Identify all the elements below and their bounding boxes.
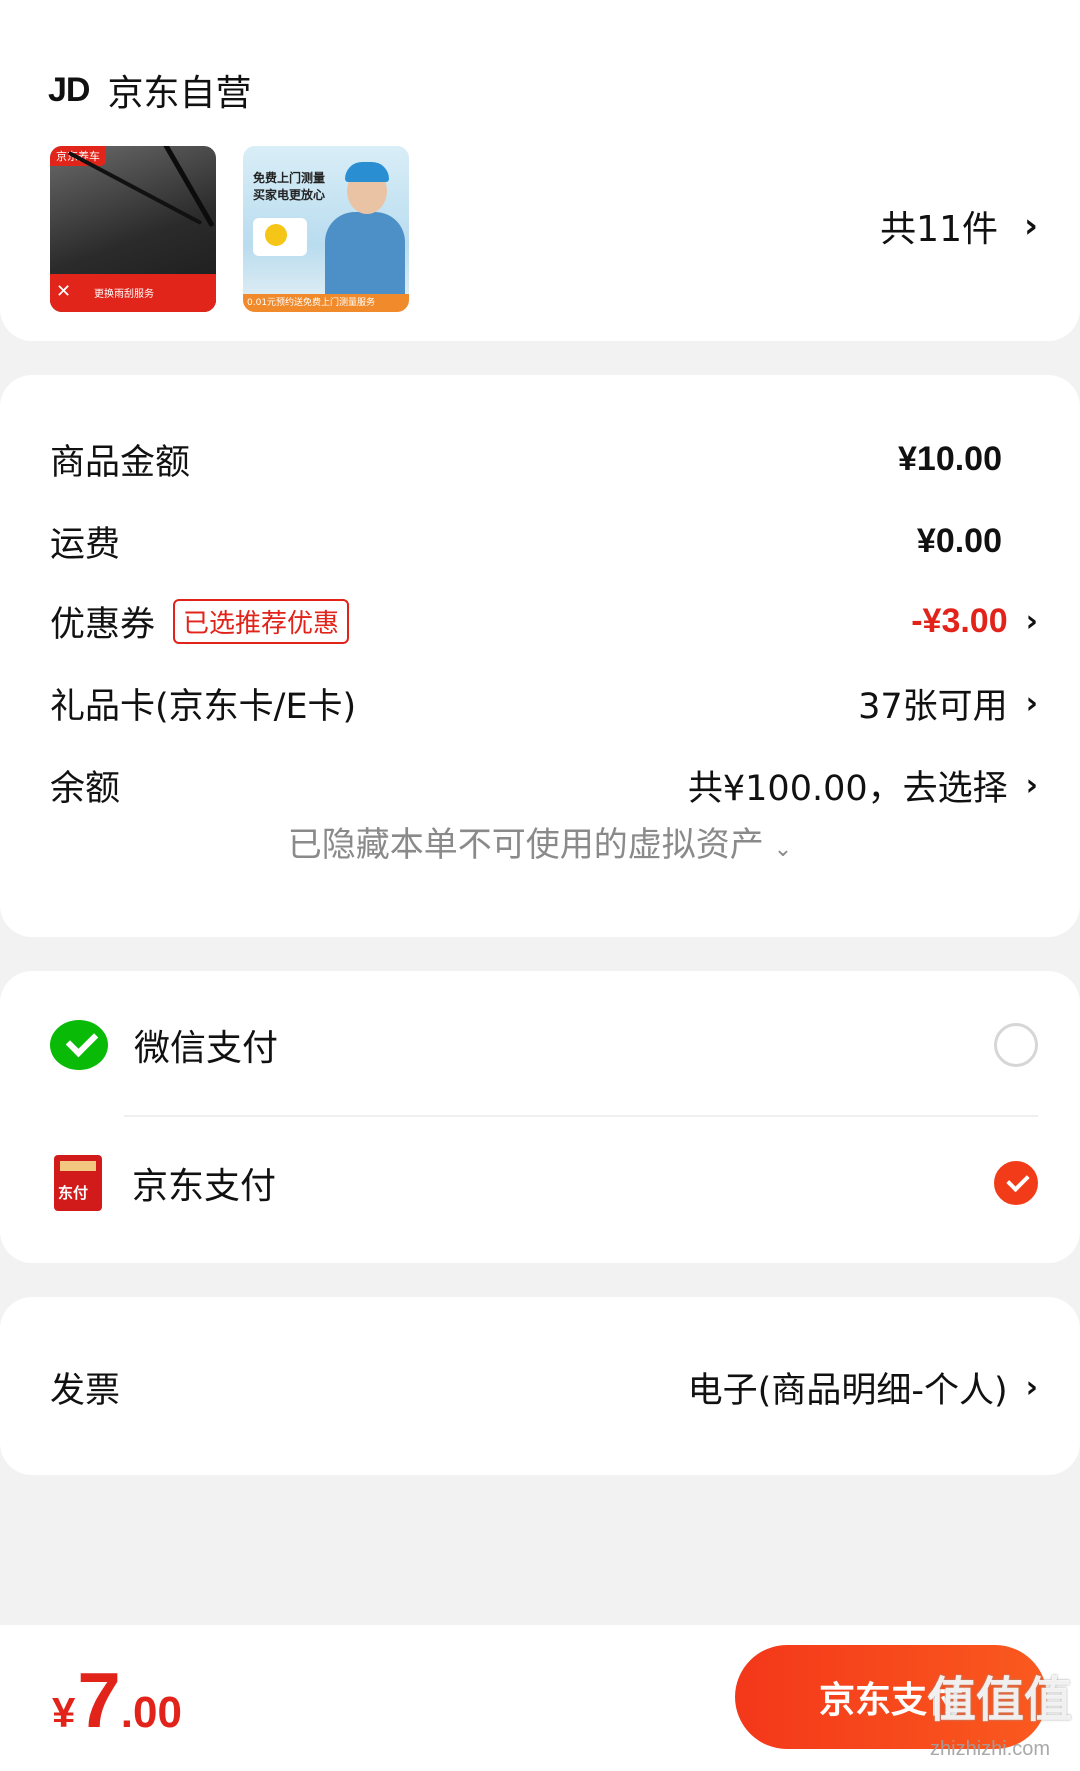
shipping-value: ¥0.00 bbox=[916, 521, 1002, 560]
store-name: 京东自营 bbox=[107, 73, 252, 114]
jd-pay-icon: 东付 bbox=[54, 1155, 102, 1211]
thumbnail-caption: 更换雨刮服务 bbox=[94, 289, 154, 300]
chevron-right-icon: › bbox=[1025, 1369, 1038, 1405]
order-summary-card: 商品金额 ¥10.00 运费 ¥0.00 优惠券 已选推荐优惠 -¥3.00 ›… bbox=[0, 375, 1080, 937]
wechat-pay-label: 微信支付 bbox=[134, 1028, 279, 1069]
giftcard-label: 礼品卡(京东卡/E卡) bbox=[50, 686, 357, 727]
thumbnail-caption: 免费上门测量 买家电更放心 bbox=[253, 170, 325, 204]
item-count-link[interactable]: 共11件 › bbox=[880, 200, 1038, 252]
currency-symbol: ¥ bbox=[52, 1689, 76, 1736]
total-price: ¥ 7 .00 bbox=[52, 1655, 182, 1746]
divider bbox=[124, 1115, 1038, 1117]
chevron-right-icon: › bbox=[1025, 603, 1038, 639]
balance-row[interactable]: 余额 共¥100.00，去选择 › bbox=[50, 757, 1038, 813]
caption-line: 免费上门测量 bbox=[253, 171, 326, 185]
goods-amount-value: ¥10.00 bbox=[898, 439, 1002, 478]
wechat-pay-icon bbox=[50, 1020, 108, 1070]
goods-amount-row: 商品金额 ¥10.00 bbox=[50, 431, 1038, 487]
jdpay-radio-checked[interactable] bbox=[994, 1161, 1038, 1205]
item-count: 共11件 bbox=[880, 209, 998, 250]
total-decimal: .00 bbox=[120, 1688, 182, 1737]
coupon-recommended-badge: 已选推荐优惠 bbox=[173, 598, 350, 644]
payment-option-wechat[interactable]: 微信支付 bbox=[50, 1005, 1038, 1085]
product-thumbnail-wiper[interactable]: 京东养车 ✕ 更换雨刮服务 bbox=[50, 146, 216, 312]
goods-amount-value-wrap: ¥10.00 bbox=[898, 440, 1002, 479]
invoice-value: 电子(商品明细-个人) bbox=[687, 1370, 1008, 1411]
hidden-assets-text: 已隐藏本单不可使用的虚拟资产 bbox=[287, 825, 764, 865]
watermark-logo: 值值值 bbox=[928, 1672, 1073, 1728]
giftcard-row[interactable]: 礼品卡(京东卡/E卡) 37张可用 › bbox=[50, 675, 1038, 731]
hidden-assets-toggle[interactable]: 已隐藏本单不可使用的虚拟资产 ⌄ bbox=[0, 817, 1080, 866]
invoice-label: 发票 bbox=[50, 1370, 121, 1411]
invoice-row[interactable]: 发票 电子(商品明细-个人) › bbox=[50, 1359, 1038, 1415]
person-cap-graphic bbox=[345, 162, 389, 182]
wiper-graphic bbox=[67, 151, 203, 225]
store-card: JD 京东自营 京东养车 ✕ 更换雨刮服务 免费上门测量 买家电更放心 0.01… bbox=[0, 0, 1080, 341]
wechat-radio[interactable] bbox=[994, 1023, 1038, 1067]
jd-pay-icon-text: 东付 bbox=[58, 1184, 89, 1202]
coupon-value-wrap: -¥3.00 › bbox=[911, 602, 1038, 641]
invoice-value-wrap: 电子(商品明细-个人) › bbox=[688, 1362, 1038, 1413]
product-thumbnail-service[interactable]: 免费上门测量 买家电更放心 0.01元预约送免费上门测量服务 bbox=[243, 146, 409, 312]
chevron-right-icon: › bbox=[1025, 767, 1038, 803]
shipping-row: 运费 ¥0.00 bbox=[50, 513, 1038, 569]
payment-method-card: 微信支付 东付 京东支付 bbox=[0, 971, 1080, 1263]
coupon-value: -¥3.00 bbox=[911, 601, 1008, 640]
store-header: JD 京东自营 bbox=[48, 60, 251, 120]
jd-pay-label: 京东支付 bbox=[132, 1166, 277, 1207]
chevron-right-icon: › bbox=[1025, 685, 1038, 721]
total-integer: 7 bbox=[77, 1656, 121, 1744]
chevron-right-icon: › bbox=[1023, 206, 1038, 246]
person-graphic bbox=[325, 212, 405, 302]
shipping-label: 运费 bbox=[50, 524, 121, 565]
invoice-card[interactable]: 发票 电子(商品明细-个人) › bbox=[0, 1297, 1080, 1475]
coupon-label: 优惠券 bbox=[50, 604, 156, 645]
thumbnail-banner: 0.01元预约送免费上门测量服务 bbox=[243, 294, 409, 312]
giftcard-value: 37张可用 bbox=[858, 686, 1008, 727]
giftcard-value-wrap: 37张可用 › bbox=[858, 678, 1038, 729]
wrench-icon: ✕ bbox=[56, 281, 72, 302]
goods-amount-label: 商品金额 bbox=[50, 442, 191, 483]
checkout-bar: ¥ 7 .00 京东支付 bbox=[0, 1625, 1080, 1771]
coupon-label-wrap: 优惠券 已选推荐优惠 bbox=[50, 596, 350, 647]
caption-line: 买家电更放心 bbox=[253, 188, 326, 202]
coin-icon bbox=[265, 224, 287, 246]
balance-label: 余额 bbox=[50, 768, 121, 809]
shipping-value-wrap: ¥0.00 bbox=[917, 522, 1002, 561]
chevron-down-icon: ⌄ bbox=[773, 837, 793, 862]
balance-value-wrap: 共¥100.00，去选择 › bbox=[688, 760, 1038, 811]
coupon-row[interactable]: 优惠券 已选推荐优惠 -¥3.00 › bbox=[50, 593, 1038, 649]
watermark-url: zhizhizhi.com bbox=[930, 1738, 1051, 1760]
balance-value: 共¥100.00，去选择 bbox=[687, 768, 1008, 809]
payment-option-jdpay[interactable]: 东付 京东支付 bbox=[50, 1143, 1038, 1223]
jd-logo-icon: JD bbox=[48, 70, 90, 109]
